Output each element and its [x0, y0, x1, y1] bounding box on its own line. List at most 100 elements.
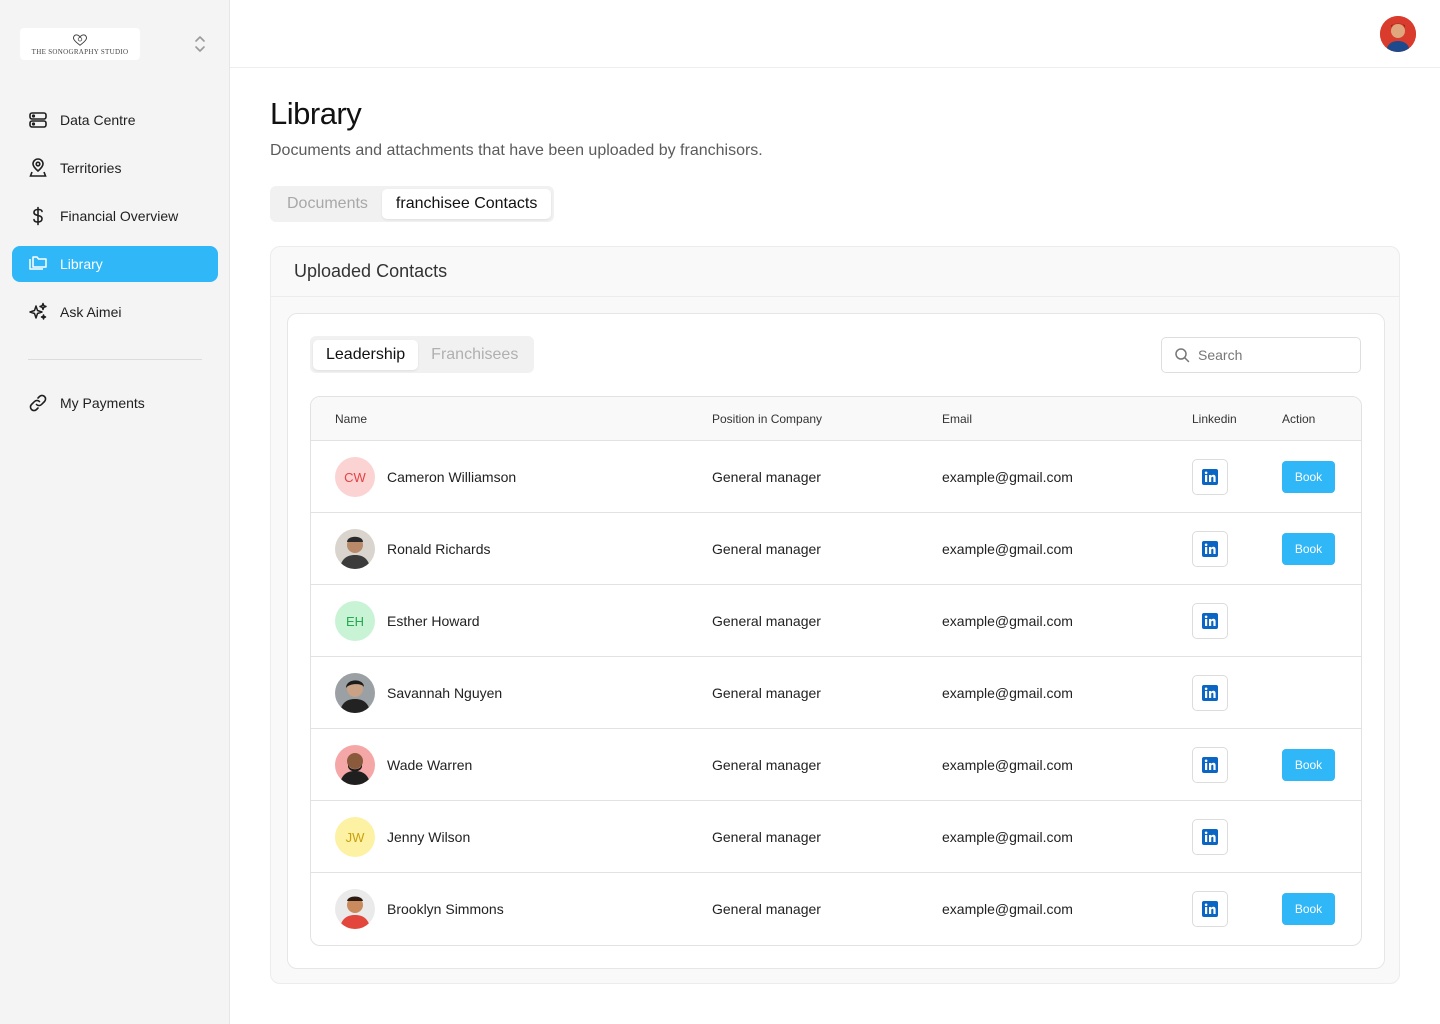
tab-leadership[interactable]: Leadership — [313, 339, 419, 370]
avatar — [335, 673, 375, 713]
table-row: JW Jenny Wilson General manager example@gma… — [311, 801, 1361, 873]
contacts-table: Name Position in Company Email Linkedin … — [310, 396, 1362, 946]
table-header: Name Position in Company Email Linkedin … — [311, 397, 1361, 441]
avatar: EH — [335, 601, 375, 641]
search-input[interactable] — [1198, 347, 1348, 363]
search-icon — [1175, 348, 1190, 363]
column-header-action: Action — [1282, 412, 1316, 426]
sidebar-item-library[interactable]: Library — [12, 246, 218, 282]
column-header-email: Email — [942, 412, 973, 426]
location-pin-icon — [28, 158, 48, 178]
contact-name: Savannah Nguyen — [387, 685, 503, 701]
table-row: Savannah Nguyen General manager example@gm… — [311, 657, 1361, 729]
contact-position: General manager — [712, 757, 821, 773]
folder-icon — [28, 254, 48, 274]
linkedin-button[interactable] — [1192, 459, 1228, 495]
contact-email: example@gmail.com — [942, 613, 1073, 629]
topbar — [230, 0, 1440, 68]
sidebar-item-data-centre[interactable]: Data Centre — [12, 102, 218, 138]
linkedin-icon — [1202, 757, 1218, 773]
sidebar-item-label: My Payments — [60, 395, 145, 411]
table-row: Brooklyn Simmons General manager example@g… — [311, 873, 1361, 945]
book-button[interactable]: Book — [1282, 893, 1335, 925]
contact-position: General manager — [712, 685, 821, 701]
page-subtitle: Documents and attachments that have been… — [270, 142, 763, 159]
tab-franchisee-contacts[interactable]: franchisee Contacts — [381, 189, 552, 219]
table-row: Ronald Richards General manager example@gm… — [311, 513, 1361, 585]
sidebar-item-label: Data Centre — [60, 112, 136, 128]
linkedin-button[interactable] — [1192, 891, 1228, 927]
contact-position: General manager — [712, 829, 821, 845]
contact-email: example@gmail.com — [942, 685, 1073, 701]
contact-position: General manager — [712, 901, 821, 917]
table-row: Wade Warren General manager example@gmail.… — [311, 729, 1361, 801]
avatar: CW — [335, 457, 375, 497]
contact-name: Jenny Wilson — [387, 829, 471, 845]
dollar-icon — [28, 206, 48, 226]
sidebar-item-label: Ask Aimei — [60, 304, 122, 320]
brand-logo[interactable]: THE SONOGRAPHY STUDIO — [20, 28, 140, 60]
tab-franchisees[interactable]: Franchisees — [418, 340, 531, 370]
contact-name: Wade Warren — [387, 757, 473, 773]
linkedin-button[interactable] — [1192, 819, 1228, 855]
book-button[interactable]: Book — [1282, 749, 1335, 781]
contact-position: General manager — [712, 469, 821, 485]
avatar: JW — [335, 817, 375, 857]
linkedin-icon — [1202, 901, 1218, 917]
contact-email: example@gmail.com — [942, 469, 1073, 485]
sidebar-item-financial-overview[interactable]: Financial Overview — [12, 198, 218, 234]
search-box[interactable] — [1161, 337, 1361, 373]
contact-name: Cameron Williamson — [387, 469, 517, 485]
avatar — [335, 529, 375, 569]
linkedin-icon — [1202, 685, 1218, 701]
contact-position: General manager — [712, 541, 821, 557]
link-icon — [28, 393, 48, 413]
column-header-name: Name — [335, 412, 368, 426]
column-header-linkedin: Linkedin — [1192, 412, 1237, 426]
linkedin-icon — [1202, 613, 1218, 629]
uploaded-contacts-panel: Uploaded Contacts Leadership Franchisees… — [270, 246, 1400, 984]
contact-position: General manager — [712, 613, 821, 629]
panel-title: Uploaded Contacts — [271, 247, 1399, 297]
book-button[interactable]: Book — [1282, 461, 1335, 493]
linkedin-icon — [1202, 469, 1218, 485]
linkedin-button[interactable] — [1192, 675, 1228, 711]
sidebar-nav-secondary: My Payments — [12, 385, 218, 433]
linkedin-icon — [1202, 541, 1218, 557]
linkedin-icon — [1202, 829, 1218, 845]
book-button[interactable]: Book — [1282, 533, 1335, 565]
heart-logo-icon — [72, 33, 88, 46]
table-row: EH Esther Howard General manager example@gm… — [311, 585, 1361, 657]
contact-name: Brooklyn Simmons — [387, 901, 504, 917]
tab-documents[interactable]: Documents — [273, 189, 382, 219]
sidebar-item-territories[interactable]: Territories — [12, 150, 218, 186]
contact-type-tabs: Leadership Franchisees — [310, 336, 535, 373]
column-header-position: Position in Company — [712, 412, 823, 426]
sidebar-nav: Data Centre Territories Financial Overvi… — [12, 102, 218, 342]
linkedin-button[interactable] — [1192, 747, 1228, 783]
sidebar-item-label: Territories — [60, 160, 122, 176]
contact-email: example@gmail.com — [942, 541, 1073, 557]
page-title: Library — [270, 96, 362, 131]
chevron-up-down-icon[interactable] — [192, 35, 208, 53]
sidebar-item-ask-aimei[interactable]: Ask Aimei — [12, 294, 218, 330]
library-tabs: Documents franchisee Contacts — [270, 186, 555, 222]
linkedin-button[interactable] — [1192, 603, 1228, 639]
avatar — [335, 745, 375, 785]
linkedin-button[interactable] — [1192, 531, 1228, 567]
contact-email: example@gmail.com — [942, 829, 1073, 845]
table-row: CW Cameron Williamson General manager examp… — [311, 441, 1361, 513]
sidebar: THE SONOGRAPHY STUDIO Data Centre Territ… — [0, 0, 230, 1024]
server-icon — [28, 110, 48, 130]
contact-name: Ronald Richards — [387, 541, 491, 557]
sidebar-item-my-payments[interactable]: My Payments — [12, 385, 218, 421]
user-avatar[interactable] — [1380, 16, 1416, 52]
contact-email: example@gmail.com — [942, 757, 1073, 773]
avatar — [335, 889, 375, 929]
sparkle-icon — [28, 302, 48, 322]
sidebar-item-label: Library — [60, 256, 103, 272]
contact-email: example@gmail.com — [942, 901, 1073, 917]
sidebar-divider — [28, 359, 202, 360]
table-body: CW Cameron Williamson General manager examp… — [311, 441, 1361, 945]
contacts-card: Leadership Franchisees Name Position in … — [287, 313, 1385, 969]
